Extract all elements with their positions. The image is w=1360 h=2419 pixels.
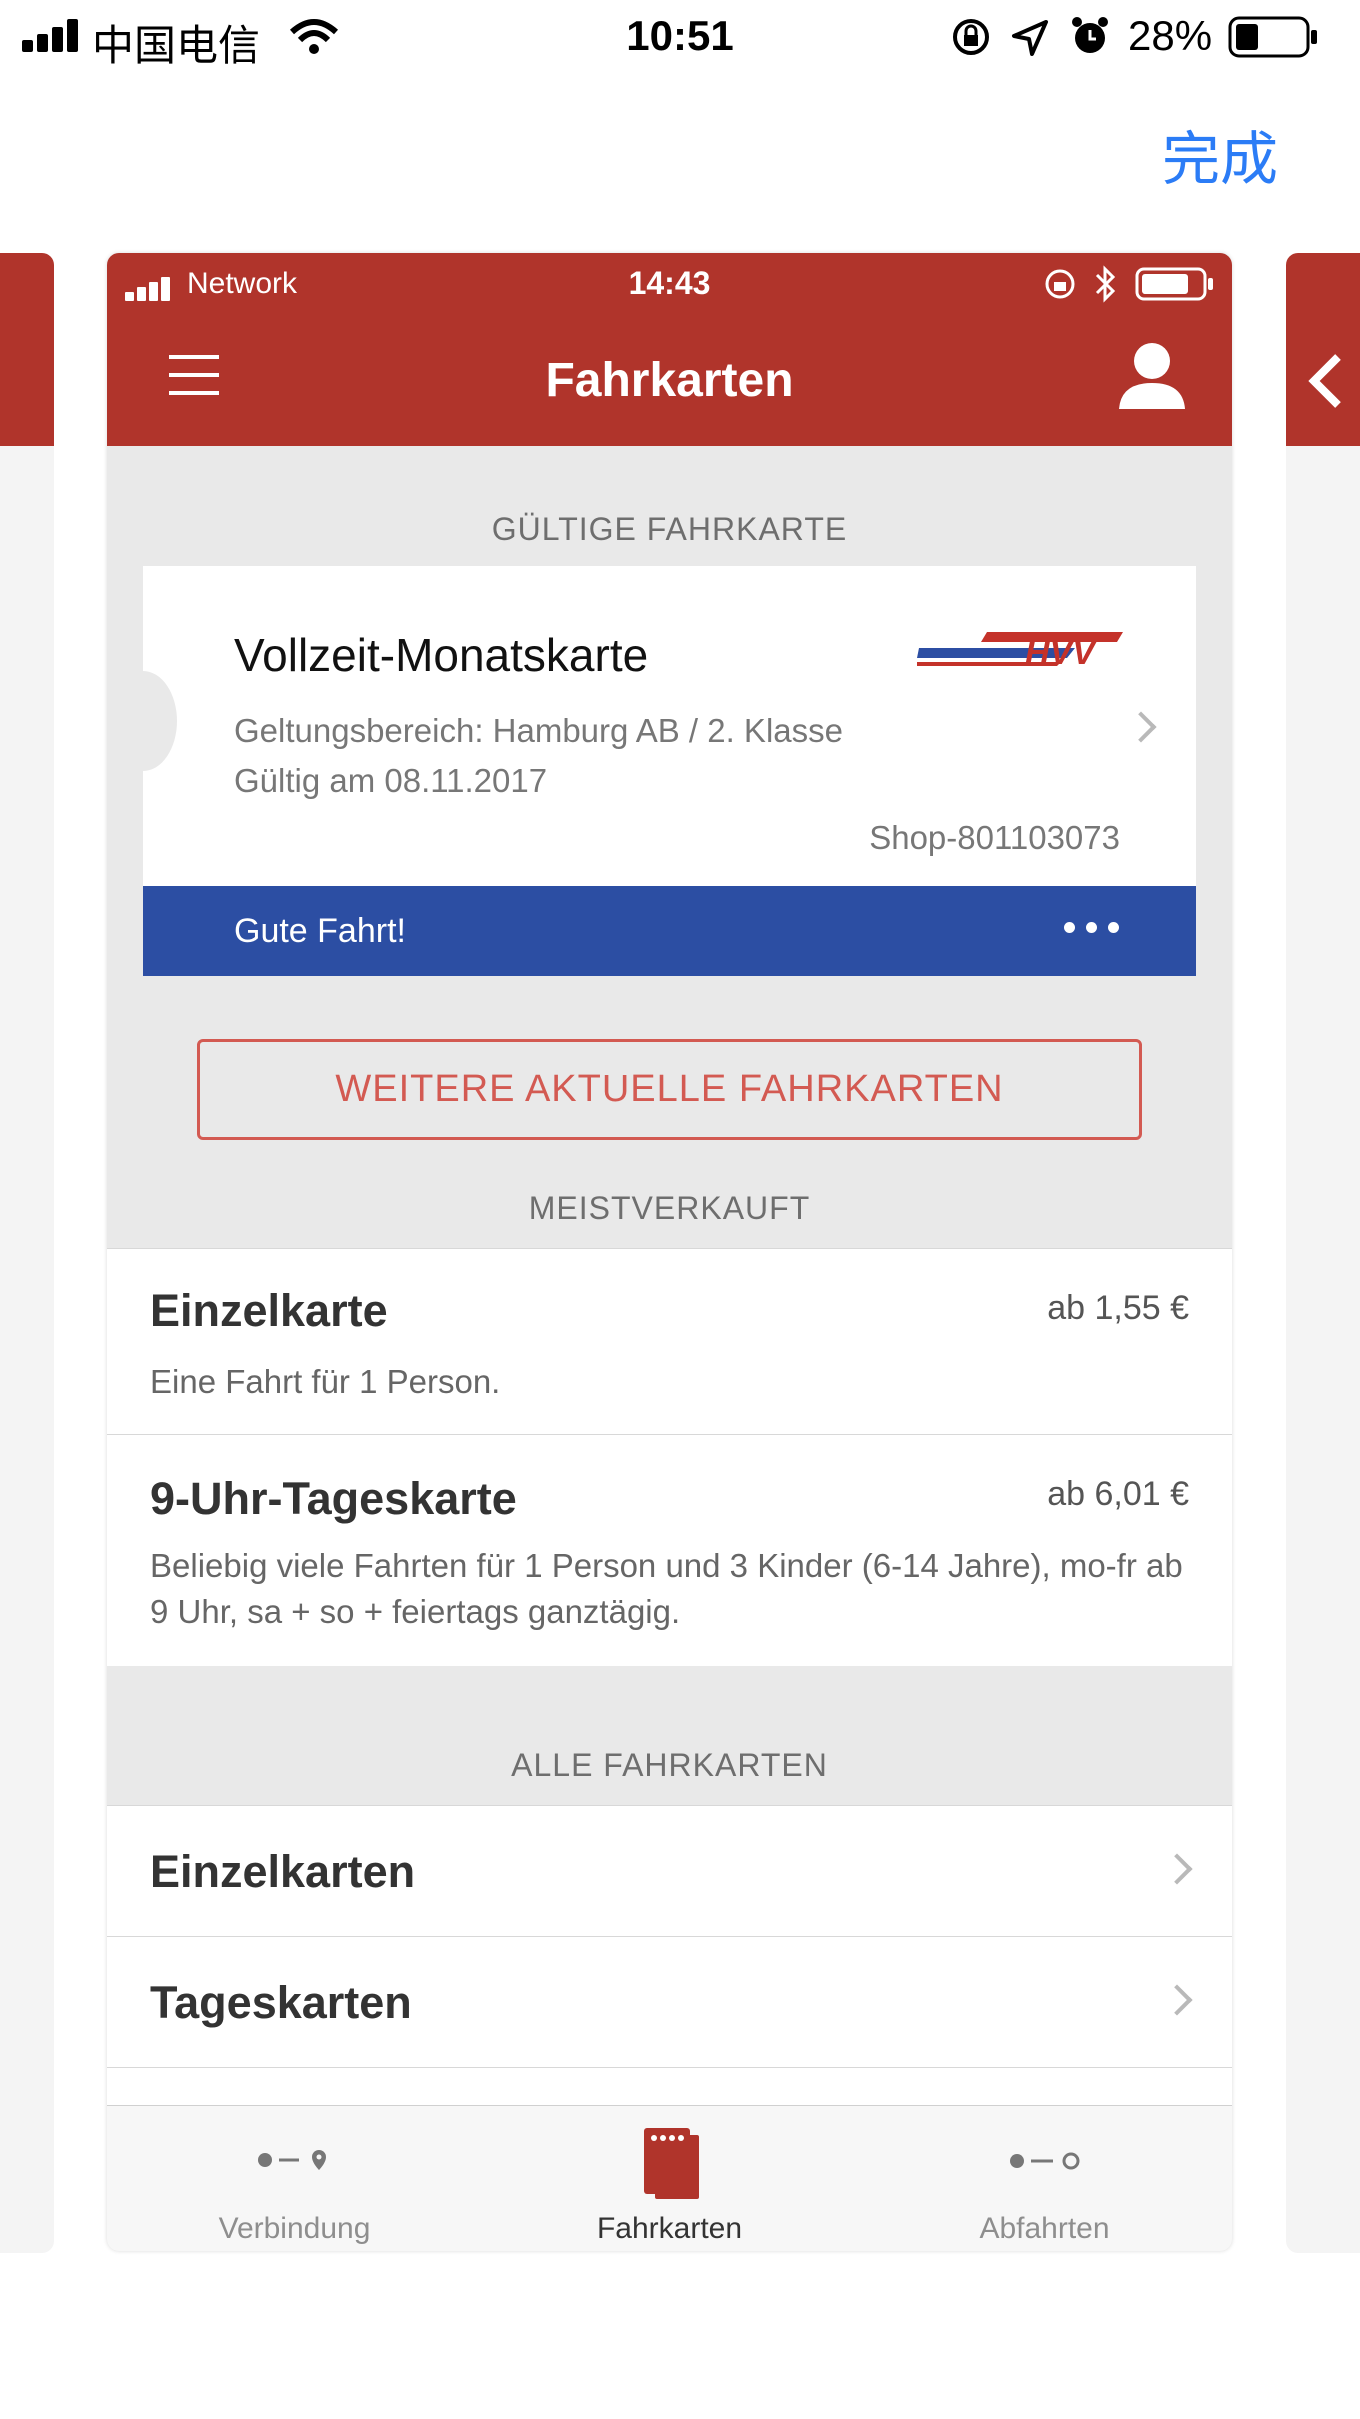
ticket-valid-date: Gültig am 08.11.2017 xyxy=(234,762,548,799)
app-header: Network 14:43 Fahrkarten xyxy=(107,253,1232,446)
battery-icon xyxy=(1228,16,1317,58)
route-icon xyxy=(258,2150,326,2170)
tab-fahrkarten[interactable]: Fahrkarten xyxy=(482,2106,857,2251)
bestseller-heading: MEISTVERKAUFT xyxy=(528,1190,811,1226)
list-item[interactable]: 9-Uhr-Tageskarte ab 6,01 € Beliebig viel… xyxy=(107,1434,1232,1666)
more-current-tickets-button[interactable]: WEITERE AKTUELLE FAHRKARTEN xyxy=(197,1039,1142,1140)
ticket-footer: Gute Fahrt! xyxy=(143,886,1196,976)
back-chevron-icon xyxy=(1308,354,1341,408)
ticket-notch xyxy=(109,671,177,771)
svg-text:HVV: HVV xyxy=(1025,634,1098,670)
tab-bar: Verbindung Fahrkarten Abfahrten xyxy=(107,2105,1232,2251)
bestseller-desc: Beliebig viele Fahrten für 1 Person und … xyxy=(150,1547,1183,1630)
valid-ticket-card[interactable]: Vollzeit-Monatskarte HVV Geltungsbereich… xyxy=(109,566,1196,976)
next-app-preview[interactable] xyxy=(1286,253,1360,2253)
departures-icon xyxy=(1010,2152,1080,2170)
app-rotation-lock-icon xyxy=(1045,269,1075,299)
tab-label: Abfahrten xyxy=(979,2212,1110,2245)
rotation-lock-icon xyxy=(953,19,989,55)
chevron-right-icon xyxy=(1161,1984,1193,2016)
battery-percentage: 28% xyxy=(1128,12,1213,59)
tab-label: Verbindung xyxy=(218,2212,371,2245)
bestseller-price: ab 1,55 € xyxy=(1047,1289,1189,1327)
list-item[interactable] xyxy=(107,2067,1232,2105)
location-arrow-icon xyxy=(1012,20,1048,56)
ticket-footer-text: Gute Fahrt! xyxy=(234,912,406,950)
ticket-name: Vollzeit-Monatskarte xyxy=(234,629,649,681)
system-status-bar: 中国电信 10:51 28% xyxy=(0,0,1360,76)
valid-ticket-heading: GÜLTIGE FAHRKARTE xyxy=(491,511,848,547)
ticket-shop-id: Shop-801103073 xyxy=(869,819,1120,856)
bluetooth-icon xyxy=(1095,265,1116,303)
app-battery-icon xyxy=(1135,267,1213,301)
bestseller-price: ab 6,01 € xyxy=(1047,1475,1189,1513)
profile-icon[interactable] xyxy=(1117,339,1187,411)
hvv-logo: HVV xyxy=(917,632,1123,670)
bestseller-title: Einzelkarte xyxy=(150,1285,388,1336)
more-options-icon[interactable] xyxy=(1064,922,1120,934)
alarm-icon xyxy=(1072,17,1108,53)
done-button[interactable]: 完成 xyxy=(1162,112,1278,196)
ticket-scope: Geltungsbereich: Hamburg AB / 2. Klasse xyxy=(234,712,843,749)
list-item[interactable]: Tageskarten xyxy=(107,1936,1232,2067)
page-title: Fahrkarten xyxy=(545,354,794,407)
app-preview-card[interactable]: Network 14:43 Fahrkarten GÜLTIGE FAHRKAR… xyxy=(107,253,1232,2251)
chevron-right-icon xyxy=(1125,711,1157,743)
tab-abfahrten[interactable]: Abfahrten xyxy=(857,2106,1232,2251)
bestseller-desc: Eine Fahrt für 1 Person. xyxy=(150,1363,501,1400)
previous-app-preview[interactable] xyxy=(0,253,54,2253)
list-item[interactable]: Einzelkarten xyxy=(107,1805,1232,1936)
tickets-icon xyxy=(644,2128,701,2201)
all-tickets-heading: ALLE FAHRKARTEN xyxy=(511,1747,828,1783)
chevron-right-icon xyxy=(1161,1853,1193,1885)
tab-verbindung[interactable]: Verbindung xyxy=(107,2106,482,2251)
category-title: Tageskarten xyxy=(150,1977,412,2028)
list-item[interactable]: Einzelkarte ab 1,55 € Eine Fahrt für 1 P… xyxy=(107,1248,1232,1434)
category-title: Einzelkarten xyxy=(150,1846,416,1897)
tab-label: Fahrkarten xyxy=(596,2212,743,2245)
bestseller-title: 9-Uhr-Tageskarte xyxy=(150,1473,517,1524)
